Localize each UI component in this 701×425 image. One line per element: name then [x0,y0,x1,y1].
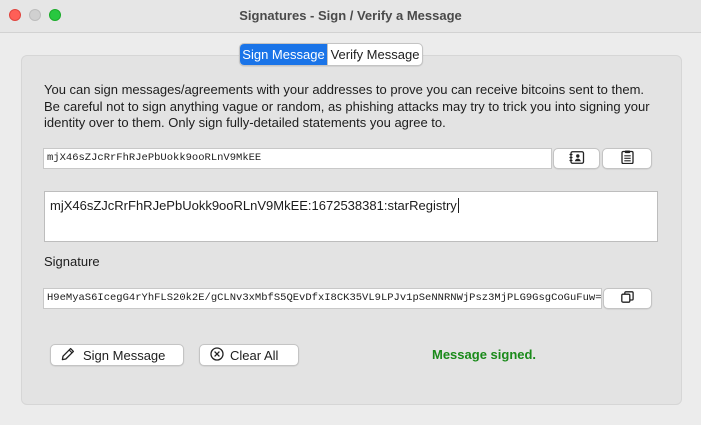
title-bar: Signatures - Sign / Verify a Message [0,0,701,33]
clear-all-button-label: Clear All [230,347,279,363]
address-book-icon [569,150,585,167]
tab-verify-message[interactable]: Verify Message [327,44,422,65]
sign-message-button-label: Sign Message [83,347,166,363]
copy-signature-button[interactable] [603,288,652,309]
pen-icon [61,347,75,364]
tab-sign-message[interactable]: Sign Message [240,44,327,65]
sign-message-button[interactable]: Sign Message [50,344,184,366]
address-book-button[interactable] [553,148,600,169]
clear-circle-x-icon [210,346,224,364]
window-title: Signatures - Sign / Verify a Message [239,8,462,23]
signature-output-field[interactable]: H9eMyaS6IcegG4rYhFLS20k2E/gCLNv3xMbfS5QE… [43,288,602,309]
tab-bar: Sign Message Verify Message [239,43,423,66]
paste-address-button[interactable] [602,148,652,169]
copy-icon [621,291,634,306]
text-caret [457,198,459,213]
message-text: mjX46sZJcRrFhRJePbUokk9ooRLnV9MkEE:16725… [50,198,457,213]
clear-all-button[interactable]: Clear All [199,344,299,366]
paste-icon [620,150,634,167]
message-textarea[interactable]: mjX46sZJcRrFhRJePbUokk9ooRLnV9MkEE:16725… [44,191,658,242]
sign-info-text: You can sign messages/agreements with yo… [44,82,650,130]
status-message: Message signed. [432,347,537,362]
address-input[interactable]: mjX46sZJcRrFhRJePbUokk9ooRLnV9MkEE [43,148,552,169]
window: Signatures - Sign / Verify a Message Sig… [0,0,701,425]
signature-label: Signature [44,254,100,269]
